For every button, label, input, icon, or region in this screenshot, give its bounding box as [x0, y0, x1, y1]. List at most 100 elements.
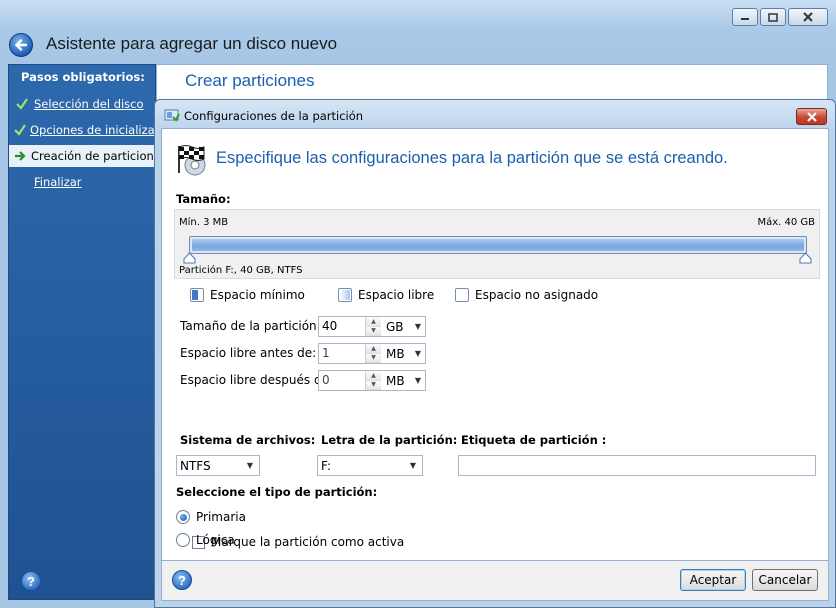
- back-button[interactable]: [9, 33, 33, 57]
- spin-down-icon[interactable]: ▼: [366, 380, 381, 390]
- partition-size-bar[interactable]: [189, 236, 807, 254]
- legend-label: Espacio mínimo: [210, 288, 305, 302]
- window-controls: [732, 8, 828, 26]
- step-label: Opciones de inicialización: [30, 123, 157, 137]
- primary-radio-label: Primaria: [196, 510, 246, 524]
- partition-size-input[interactable]: 40: [319, 317, 365, 336]
- letter-value: F:: [321, 458, 332, 473]
- wizard-title: Asistente para agregar un disco nuevo: [46, 34, 338, 53]
- free-before-input[interactable]: 1: [319, 344, 365, 363]
- filesystem-label: Sistema de archivos:: [180, 433, 316, 447]
- unit-value: MB: [386, 346, 405, 361]
- close-icon: [806, 111, 817, 122]
- legend-min-space: Espacio mínimo: [190, 288, 305, 302]
- partition-settings-icon: [164, 108, 180, 125]
- dialog-close-button[interactable]: [796, 108, 827, 125]
- legend-label: Espacio no asignado: [475, 288, 599, 302]
- chevron-down-icon: ▼: [414, 376, 421, 385]
- active-partition-label: Marque la partición como activa: [211, 535, 405, 549]
- filesystem-select[interactable]: NTFS ▼: [176, 455, 260, 476]
- min-size-label: Mín. 3 MB: [179, 217, 229, 228]
- logical-radio[interactable]: [176, 533, 190, 547]
- spin-up-icon[interactable]: ▲: [366, 317, 381, 327]
- partition-size-fill: [192, 239, 804, 251]
- dialog-titlebar: Configuraciones de la partición: [155, 100, 835, 128]
- logical-radio-label: Lógica: [196, 533, 235, 547]
- free-after-unit-select[interactable]: MB ▼: [381, 371, 425, 390]
- partition-type-label: Seleccione el tipo de partición:: [176, 485, 378, 499]
- checkmark-icon: [16, 98, 28, 110]
- step-finish[interactable]: Finalizar: [9, 171, 157, 193]
- min-space-swatch: [190, 288, 204, 302]
- dialog-title: Configuraciones de la partición: [184, 109, 364, 123]
- primary-radio-option[interactable]: Primaria: [176, 510, 246, 524]
- chevron-down-icon: ▼: [414, 322, 421, 331]
- chevron-down-icon: ▼: [414, 349, 421, 358]
- dialog-body: Especifique las configuraciones para la …: [161, 128, 829, 561]
- free-before-unit-select[interactable]: MB ▼: [381, 344, 425, 363]
- step-label: Finalizar: [34, 175, 82, 189]
- partition-letter-select[interactable]: F: ▼: [317, 455, 423, 476]
- spin-up-icon[interactable]: ▲: [366, 344, 381, 354]
- maximize-button[interactable]: [760, 8, 786, 26]
- content-title: Crear particiones: [185, 71, 315, 90]
- unit-value: MB: [386, 373, 405, 388]
- free-after-label: Espacio libre después de:: [180, 373, 334, 387]
- dialog-help-button[interactable]: ?: [172, 570, 192, 590]
- spin-down-icon[interactable]: ▼: [366, 353, 381, 363]
- chevron-down-icon: ▼: [246, 461, 253, 470]
- dialog-footer: ? Aceptar Cancelar: [161, 561, 829, 601]
- partition-size-unit-select[interactable]: GB ▼: [381, 317, 425, 336]
- step-label: Creación de particiones: [31, 149, 157, 163]
- primary-radio[interactable]: [176, 510, 190, 524]
- current-step-arrow-icon: [15, 151, 26, 161]
- step-init-options[interactable]: Opciones de inicialización: [9, 119, 157, 141]
- free-after-spinner[interactable]: 0 ▲ ▼ MB ▼: [318, 370, 426, 391]
- legend-unallocated: Espacio no asignado: [455, 288, 598, 302]
- help-icon: ?: [172, 570, 192, 590]
- chevron-down-icon: ▼: [409, 461, 416, 470]
- step-create-partitions[interactable]: Creación de particiones: [9, 145, 157, 167]
- window-close-button[interactable]: [788, 8, 828, 26]
- maximize-icon: [768, 12, 778, 22]
- checkered-flag-icon: [176, 143, 208, 180]
- size-label: Tamaño:: [176, 192, 231, 206]
- dialog-heading: Especifique las configuraciones para la …: [216, 149, 728, 167]
- filesystem-value: NTFS: [180, 458, 211, 473]
- spin-up-icon[interactable]: ▲: [366, 371, 381, 381]
- step-label: Selección del disco: [34, 97, 144, 111]
- sidebar-help-button[interactable]: ?: [21, 571, 41, 591]
- volume-label-label: Etiqueta de partición :: [461, 433, 607, 447]
- checkmark-icon: [14, 124, 26, 136]
- legend-free-space: Espacio libre: [338, 288, 434, 302]
- free-space-swatch: [338, 288, 352, 302]
- spin-down-icon[interactable]: ▼: [366, 326, 381, 336]
- legend-label: Espacio libre: [358, 288, 435, 302]
- minimize-button[interactable]: [732, 8, 758, 26]
- step-disk-selection[interactable]: Selección del disco: [9, 93, 157, 115]
- partition-info-label: Partición F:, 40 GB, NTFS: [179, 265, 303, 276]
- accept-button[interactable]: Aceptar: [680, 569, 746, 591]
- size-handle-right[interactable]: [799, 252, 812, 267]
- free-after-input[interactable]: 0: [319, 371, 365, 390]
- free-before-spinner[interactable]: 1 ▲ ▼ MB ▼: [318, 343, 426, 364]
- back-arrow-icon: [14, 39, 28, 51]
- wizard-sidebar: Pasos obligatorios: Selección del disco …: [8, 64, 157, 600]
- partition-settings-dialog: Configuraciones de la partición Especifi…: [154, 99, 836, 608]
- partition-size-spinner[interactable]: 40 ▲ ▼ GB ▼: [318, 316, 426, 337]
- help-icon: ?: [21, 571, 41, 591]
- max-size-label: Máx. 40 GB: [757, 217, 815, 228]
- volume-label-input[interactable]: [458, 455, 816, 476]
- minimize-icon: [741, 18, 749, 20]
- radio-selected-dot: [179, 513, 187, 521]
- letter-label: Letra de la partición:: [321, 433, 458, 447]
- unit-value: GB: [386, 319, 404, 334]
- logical-radio-option[interactable]: Lógica: [176, 533, 235, 547]
- close-icon: [803, 12, 813, 22]
- unallocated-swatch: [455, 288, 469, 302]
- sidebar-heading: Pasos obligatorios:: [21, 70, 145, 84]
- free-before-label: Espacio libre antes de:: [180, 346, 317, 360]
- size-panel: Mín. 3 MB Máx. 40 GB Partición F:, 40 GB…: [174, 209, 820, 279]
- cancel-button[interactable]: Cancelar: [752, 569, 818, 591]
- partition-size-label: Tamaño de la partición:: [180, 319, 321, 333]
